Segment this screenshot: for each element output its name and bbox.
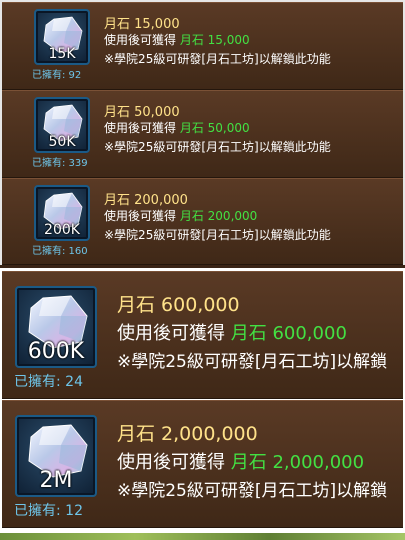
quantity-badge: 50K [48, 134, 76, 150]
owned-count: 已擁有: 12 [14, 503, 83, 519]
moonstone-frame[interactable]: 15K [34, 9, 90, 65]
item-row-moonstone-2m[interactable]: 2M 已擁有: 12 月石 2,000,000 使用後可獲得 月石 2,000,… [2, 400, 403, 528]
obtain-line: 使用後可獲得 月石 2,000,000 [117, 448, 364, 474]
item-title: 月石 2,000,000 [117, 423, 258, 445]
obtain-prefix: 使用後可獲得 [104, 33, 177, 47]
unlock-note: ※學院25級可研發[月石工坊]以解鎖此功能 [104, 140, 331, 154]
item-row-moonstone-200k[interactable]: 200K 已擁有: 160 月石 200,000 使用後可獲得 月石 200,0… [2, 178, 403, 265]
unlock-note: ※學院25級可研發[月石工坊]以解鎖 [117, 352, 388, 372]
quantity-badge: 600K [27, 339, 85, 364]
quantity-badge: 200K [44, 222, 80, 238]
obtain-amount: 月石 2,000,000 [230, 452, 365, 473]
obtain-prefix: 使用後可獲得 [117, 452, 225, 473]
unlock-note: ※學院25級可研發[月石工坊]以解鎖此功能 [104, 52, 331, 66]
small-items-panel: 15K 已擁有: 92 月石 15,000 使用後可獲得 月石 15,000 ※… [0, 0, 405, 265]
obtain-amount: 月石 50,000 [179, 121, 250, 135]
moonstone-frame[interactable]: 600K [15, 286, 97, 368]
obtain-line: 使用後可獲得 月石 200,000 [104, 207, 257, 224]
large-items-panel: 600K 已擁有: 24 月石 600,000 使用後可獲得 月石 600,00… [0, 268, 405, 540]
obtain-prefix: 使用後可獲得 [117, 323, 225, 344]
moonstone-frame[interactable]: 200K [34, 185, 90, 241]
obtain-amount: 月石 15,000 [179, 33, 250, 47]
item-row-moonstone-50k[interactable]: 50K 已擁有: 339 月石 50,000 使用後可獲得 月石 50,000 … [2, 90, 403, 178]
quantity-badge: 2M [39, 468, 73, 493]
item-title: 月石 15,000 [104, 17, 180, 32]
obtain-prefix: 使用後可獲得 [104, 121, 177, 135]
item-row-moonstone-600k[interactable]: 600K 已擁有: 24 月石 600,000 使用後可獲得 月石 600,00… [2, 271, 403, 399]
obtain-amount: 月石 200,000 [179, 209, 258, 223]
item-row-moonstone-15k[interactable]: 15K 已擁有: 92 月石 15,000 使用後可獲得 月石 15,000 ※… [2, 2, 403, 90]
item-title: 月石 200,000 [104, 193, 188, 208]
owned-count: 已擁有: 24 [14, 374, 83, 390]
unlock-note: ※學院25級可研發[月石工坊]以解鎖 [117, 481, 388, 501]
obtain-amount: 月石 600,000 [230, 323, 347, 344]
obtain-line: 使用後可獲得 月石 15,000 [104, 31, 250, 48]
owned-count: 已擁有: 339 [32, 158, 88, 169]
owned-count: 已擁有: 92 [32, 70, 82, 81]
quantity-badge: 15K [48, 46, 76, 62]
obtain-line: 使用後可獲得 月石 50,000 [104, 119, 250, 136]
owned-count: 已擁有: 160 [32, 246, 88, 257]
unlock-note: ※學院25級可研發[月石工坊]以解鎖此功能 [104, 228, 331, 242]
grass-strip [0, 533, 405, 540]
item-title: 月石 50,000 [104, 105, 180, 120]
obtain-line: 使用後可獲得 月石 600,000 [117, 319, 347, 345]
obtain-prefix: 使用後可獲得 [104, 209, 177, 223]
moonstone-frame[interactable]: 2M [15, 415, 97, 497]
moonstone-frame[interactable]: 50K [34, 97, 90, 153]
item-title: 月石 600,000 [117, 294, 240, 316]
